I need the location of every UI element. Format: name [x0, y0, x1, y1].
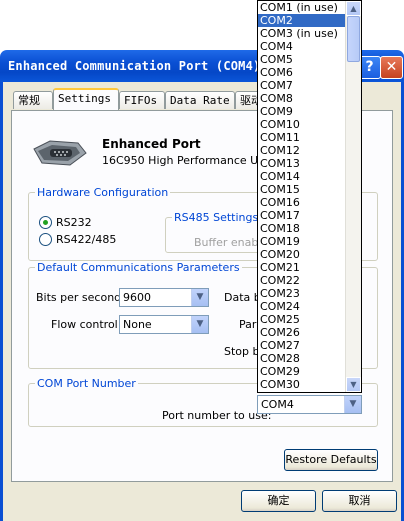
device-description: 16C950 High Performance UART — [102, 154, 280, 167]
scroll-up-icon[interactable]: ▲ — [346, 1, 361, 16]
window-title: Enhanced Communication Port (COM4) — [8, 59, 261, 73]
tab-general[interactable]: 常规 — [13, 91, 53, 109]
chevron-down-icon[interactable]: ▼ — [191, 316, 208, 333]
tab-settings[interactable]: Settings — [53, 88, 119, 110]
bits-per-second-value: 9600 — [123, 291, 151, 304]
scroll-down-icon[interactable]: ▼ — [346, 377, 361, 392]
close-button[interactable]: ✕ — [380, 56, 403, 79]
com-port-legend: COM Port Number — [37, 377, 136, 390]
ok-button[interactable]: 确定 — [241, 490, 316, 512]
scroll-thumb[interactable] — [347, 16, 360, 62]
bits-per-second-label: Bits per second: — [36, 291, 125, 304]
dropdown-scrollbar[interactable]: ▲ ▼ — [345, 1, 361, 392]
radio-checked-icon — [39, 216, 52, 229]
bits-per-second-select[interactable]: 9600 ▼ — [119, 288, 209, 307]
restore-defaults-button[interactable]: Restore Defaults — [284, 449, 378, 471]
port-number-label: Port number to use: — [162, 409, 272, 422]
tab-data-rate[interactable]: Data Rate — [165, 91, 235, 109]
device-name: Enhanced Port — [102, 137, 201, 151]
port-number-select[interactable]: COM4 ▼ — [257, 395, 362, 414]
rs422-label: RS422/485 — [56, 233, 117, 246]
flow-control-label: Flow control: — [51, 318, 122, 331]
port-number-value: COM4 — [261, 398, 294, 411]
chevron-down-icon[interactable]: ▼ — [191, 289, 208, 306]
rs232-radio[interactable]: RS232 — [39, 216, 92, 229]
tab-fifos[interactable]: FIFOs — [119, 91, 165, 109]
cancel-button[interactable]: 取消 — [322, 490, 397, 512]
comm-params-legend: Default Communications Parameters — [37, 261, 240, 274]
rs232-label: RS232 — [56, 216, 92, 229]
flow-control-value: None — [123, 318, 152, 331]
port-number-dropdown[interactable]: COM1 (in use) COM2 COM3 (in use) COM4 COM5 CO… — [257, 0, 362, 393]
serial-port-icon — [33, 140, 87, 166]
radio-unchecked-icon — [39, 233, 52, 246]
rs422-radio[interactable]: RS422/485 — [39, 233, 116, 246]
chevron-down-icon[interactable]: ▼ — [344, 396, 361, 413]
flow-control-select[interactable]: None ▼ — [119, 315, 209, 334]
rs485-legend: RS485 Settings — [174, 211, 259, 224]
hardware-config-legend: Hardware Configuration — [37, 186, 169, 199]
